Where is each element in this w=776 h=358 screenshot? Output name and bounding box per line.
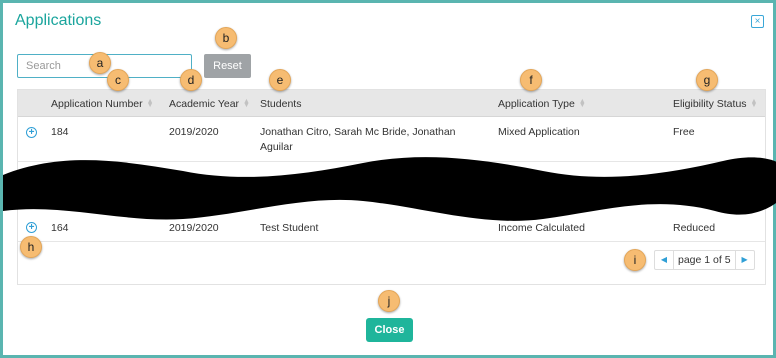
column-header-eligibility-status[interactable]: Eligibility Status ▲ ▼ — [673, 98, 757, 110]
cell-application-number: 164 — [51, 222, 69, 234]
cell-eligibility-status: Reduced — [673, 222, 716, 234]
expand-row-icon[interactable]: + — [26, 127, 37, 138]
column-header-label: Students — [260, 98, 302, 110]
callout-badge: i — [624, 249, 646, 271]
callout-badge: e — [269, 69, 291, 91]
cell-academic-year: 2019/2020 — [169, 222, 219, 234]
callout-badge: d — [180, 69, 202, 91]
callout-badge: b — [215, 27, 237, 49]
column-header-students[interactable]: Students — [260, 98, 301, 110]
redaction-band — [3, 157, 776, 221]
close-icon[interactable]: × — [751, 15, 764, 28]
table-header: Application Number ▲ ▼ Academic Year ▲ ▼ Stu… — [18, 90, 765, 117]
sort-icon[interactable]: ▲ ▼ — [579, 98, 586, 109]
expand-row-icon[interactable]: + — [26, 222, 37, 233]
close-button[interactable]: Close — [366, 318, 413, 342]
column-header-label: Eligibility Status — [673, 98, 747, 110]
callout-badge: h — [20, 236, 42, 258]
next-page-icon[interactable]: ▶ — [736, 251, 754, 269]
cell-application-number: 184 — [51, 126, 69, 138]
sort-icon[interactable]: ▲ ▼ — [243, 98, 250, 109]
cell-academic-year: 2019/2020 — [169, 126, 219, 138]
column-header-academic-year[interactable]: Academic Year ▲ ▼ — [169, 98, 250, 110]
cell-students: Test Student — [260, 222, 319, 234]
column-header-label: Academic Year — [169, 98, 240, 110]
callout-badge: c — [107, 69, 129, 91]
pagination: ◀ page 1 of 5 ▶ — [654, 250, 755, 270]
column-header-label: Application Type — [498, 98, 575, 110]
cell-application-type: Mixed Application — [498, 126, 580, 138]
previous-page-icon[interactable]: ◀ — [655, 251, 673, 269]
cell-application-type: Income Calculated — [498, 222, 585, 234]
callout-badge: a — [89, 52, 111, 74]
sort-icon[interactable]: ▲ ▼ — [751, 98, 758, 109]
sort-icon[interactable]: ▲ ▼ — [147, 98, 154, 109]
cell-eligibility-status: Free — [673, 126, 695, 138]
column-header-application-number[interactable]: Application Number ▲ ▼ — [51, 98, 154, 110]
callout-badge: g — [696, 69, 718, 91]
dialog-title: Applications — [15, 12, 102, 29]
column-header-label: Application Number — [51, 98, 143, 110]
column-header-application-type[interactable]: Application Type ▲ ▼ — [498, 98, 586, 110]
applications-dialog: Applications × Reset Application Number ▲… — [0, 0, 776, 358]
callout-badge: f — [520, 69, 542, 91]
reset-button[interactable]: Reset — [204, 54, 251, 78]
callout-badge: j — [378, 290, 400, 312]
page-indicator: page 1 of 5 — [673, 251, 736, 269]
cell-students: Jonathan Citro, Sarah Mc Bride, Jonathan… — [260, 126, 456, 153]
